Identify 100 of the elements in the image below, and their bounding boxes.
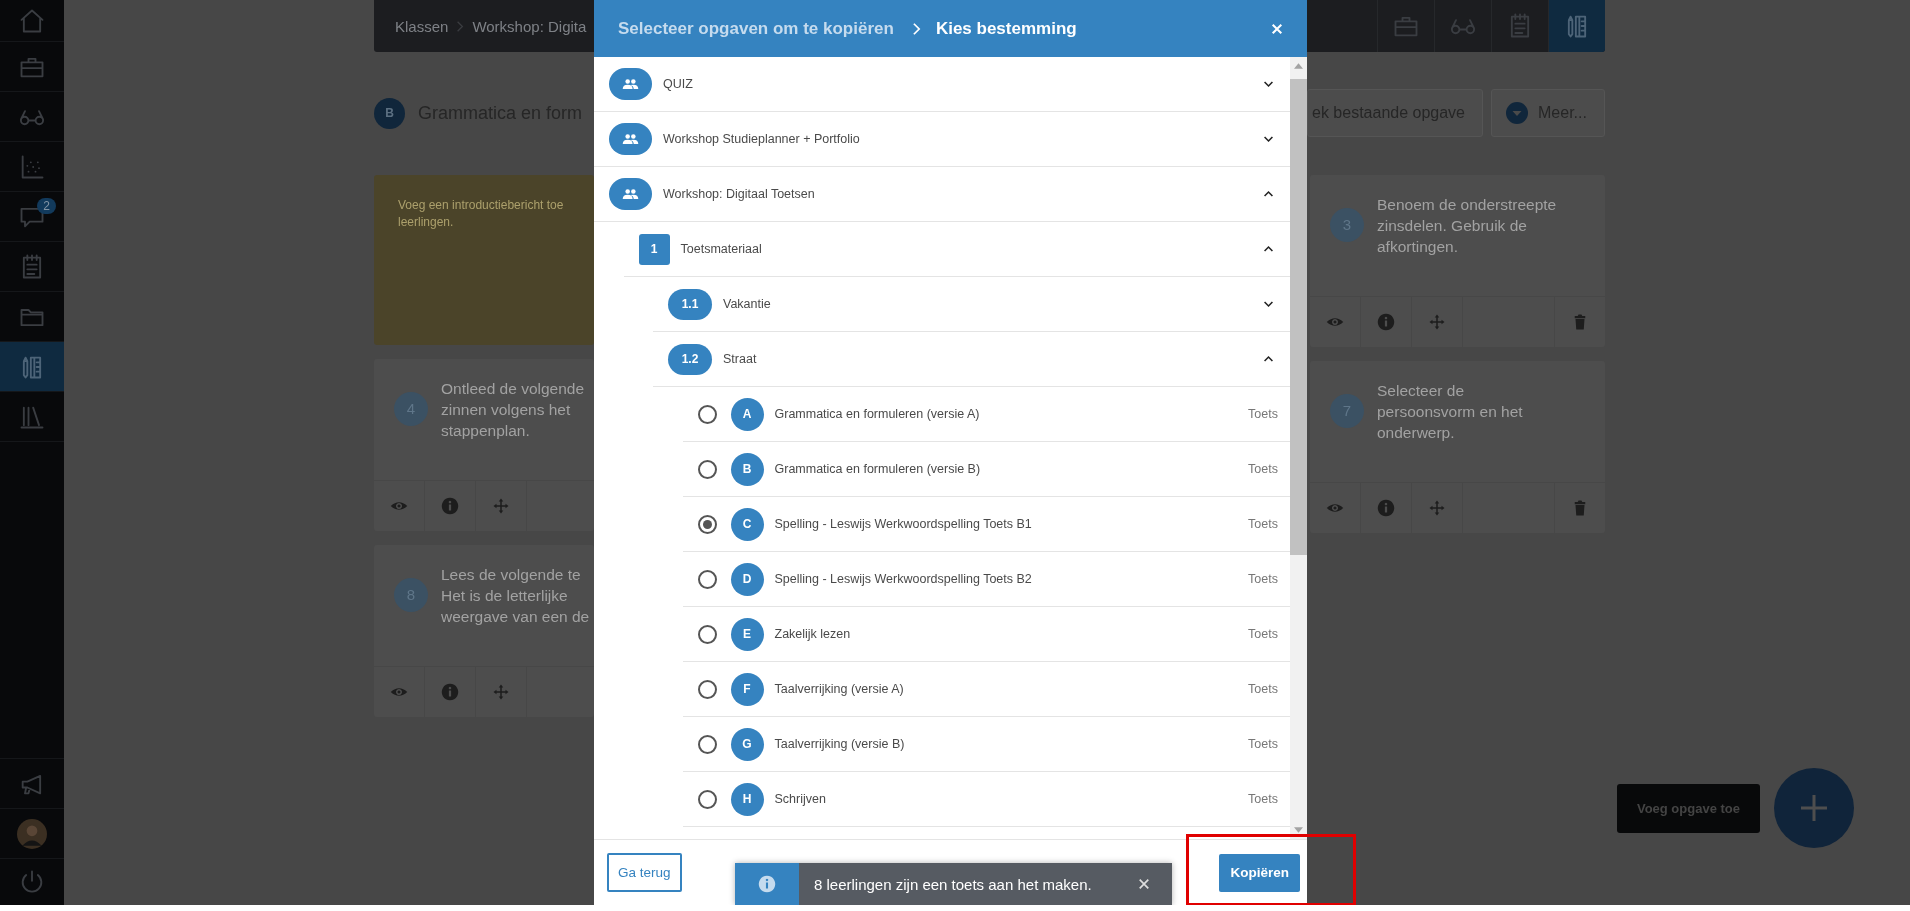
radio-button[interactable]	[697, 789, 717, 809]
sidebar-item[interactable]: 2	[0, 192, 64, 242]
radio-button[interactable]	[697, 679, 717, 699]
breadcrumb-link[interactable]: Workshop: Digita	[472, 17, 587, 35]
task-text: onderwerp.	[1377, 423, 1456, 443]
info-icon	[1377, 313, 1395, 331]
sidebar-item[interactable]	[0, 342, 64, 392]
radio-button[interactable]	[697, 404, 717, 424]
info-icon	[441, 497, 459, 515]
number-badge: 1.1	[668, 288, 712, 320]
task-type: Toets	[1248, 737, 1278, 751]
tree-row[interactable]: E Zakelijk lezen Toets	[682, 607, 1290, 662]
letter-badge: E	[730, 617, 764, 651]
tree-row[interactable]: Workshop: Digitaal Toetsen	[594, 167, 1290, 222]
move-icon	[1428, 313, 1446, 331]
task-text: afkortingen.	[1377, 237, 1459, 257]
breadcrumb-link[interactable]: Klassen	[395, 17, 449, 35]
task-text: Lees de volgende te	[441, 565, 582, 585]
copy-button[interactable]: Kopiëren	[1219, 853, 1300, 892]
task-text: weergave van een de	[441, 607, 590, 627]
task-text: zinnen volgens het	[441, 400, 572, 420]
task-text: stappenplan.	[441, 421, 531, 441]
number-badge: 1.2	[668, 343, 712, 375]
scrollbar[interactable]	[1290, 57, 1307, 839]
scroll-up-icon[interactable]	[1294, 63, 1303, 69]
chevron-down-icon[interactable]	[1263, 135, 1274, 143]
intro-card[interactable]: Voeg een introductiebericht toe leerlingen.	[374, 175, 594, 345]
letter-badge: F	[730, 672, 764, 706]
radio-button[interactable]	[697, 569, 717, 589]
toolbar-tab[interactable]	[1548, 0, 1605, 52]
task-type: Toets	[1248, 462, 1278, 476]
radio-button[interactable]	[697, 514, 717, 534]
scroll-down-icon[interactable]	[1294, 827, 1303, 833]
back-button[interactable]: Ga terug	[607, 853, 682, 892]
task-name: Spelling - Leswijs Werkwoordspelling Toets B1	[774, 517, 1033, 531]
tree-row[interactable]: QUIZ	[594, 57, 1290, 112]
task-text: Selecteer de	[1377, 381, 1466, 401]
letter-badge: C	[730, 507, 764, 541]
tree-row[interactable]: H Schrijven Toets	[682, 772, 1290, 827]
tree-row[interactable]: F Taalverrijking (versie A) Toets	[682, 662, 1290, 717]
tree-row[interactable]: 1.1 Vakantie	[653, 277, 1290, 332]
tree-row[interactable]: D Spelling - Leswijs Werkwoordspelling Toets B2 Toets	[682, 552, 1290, 607]
task-name: Spelling - Leswijs Werkwoordspelling Toets B2	[774, 572, 1033, 586]
close-icon[interactable]	[1138, 878, 1150, 890]
scrollbar-thumb[interactable]	[1290, 79, 1307, 555]
task-type: Toets	[1248, 407, 1278, 421]
number-badge: 1	[638, 233, 670, 265]
chevron-up-icon[interactable]	[1263, 245, 1274, 253]
group-name: Workshop: Digitaal Toetsen	[663, 187, 816, 201]
task-name: Schrijven	[774, 792, 827, 806]
move-icon	[492, 683, 510, 701]
chevron-up-icon[interactable]	[1263, 355, 1274, 363]
tree-row[interactable]: G Taalverrijking (versie B) Toets	[682, 717, 1290, 772]
task-name: Grammatica en formuleren (versie A)	[774, 407, 981, 421]
chevron-up-icon[interactable]	[1263, 190, 1274, 198]
letter-badge: A	[730, 397, 764, 431]
tree-row[interactable]: B Grammatica en formuleren (versie B) Toets	[682, 442, 1290, 497]
radio-button[interactable]	[697, 459, 717, 479]
group-name: QUIZ	[663, 77, 694, 91]
task-type: Toets	[1248, 792, 1278, 806]
intro-text: leerlingen.	[398, 214, 455, 231]
toast-message: 8 leerlingen zijn een toets aan het maken.	[814, 875, 1093, 893]
info-icon	[758, 875, 776, 893]
letter-badge: B	[374, 97, 405, 129]
info-icon	[441, 683, 459, 701]
count-badge: 2	[37, 198, 56, 214]
task-text: Het is de letterlijke	[441, 586, 569, 606]
task-name: Grammatica en formuleren (versie B)	[774, 462, 982, 476]
folder-name: Vakantie	[723, 297, 772, 311]
tree-row[interactable]: 1 Toetsmateriaal	[623, 222, 1290, 277]
info-icon	[1377, 499, 1395, 517]
chevron-down-icon[interactable]	[1263, 80, 1274, 88]
folder-name: Straat	[723, 352, 758, 366]
tree-row[interactable]: C Spelling - Leswijs Werkwoordspelling Toets B1 Toets	[682, 497, 1290, 552]
task-name: Taalverrijking (versie B)	[774, 737, 906, 751]
task-text: zinsdelen. Gebruik de	[1377, 216, 1528, 236]
tree-row[interactable]: A Grammatica en formuleren (versie A) Toets	[682, 387, 1290, 442]
people-icon	[622, 133, 639, 145]
people-icon	[622, 188, 639, 200]
dialog-title: Kies bestemming	[935, 18, 1078, 39]
task-name: Zakelijk lezen	[774, 627, 852, 641]
task-text: Ontleed de volgende	[441, 379, 585, 399]
dropdown-icon	[1506, 102, 1528, 124]
chevron-right-icon	[911, 21, 921, 36]
tree-row[interactable]: 1.2 Straat	[653, 332, 1290, 387]
radio-button[interactable]	[697, 624, 717, 644]
task-type: Toets	[1248, 572, 1278, 586]
intro-text: Voeg een introductiebericht toe	[398, 197, 565, 214]
task-text: Benoem de onderstreepte	[1377, 195, 1557, 215]
task-type: Toets	[1248, 682, 1278, 696]
radio-button[interactable]	[697, 734, 717, 754]
move-icon	[1428, 499, 1446, 517]
task-text: persoonsvorm en het	[1377, 402, 1523, 422]
avatar-icon	[17, 818, 47, 849]
people-icon	[622, 78, 639, 90]
tree-row[interactable]: Workshop Studieplanner + Portfolio	[594, 112, 1290, 167]
task-type: Toets	[1248, 517, 1278, 531]
task-type: Toets	[1248, 627, 1278, 641]
chevron-down-icon[interactable]	[1263, 300, 1274, 308]
folder-name: Toetsmateriaal	[680, 242, 763, 256]
